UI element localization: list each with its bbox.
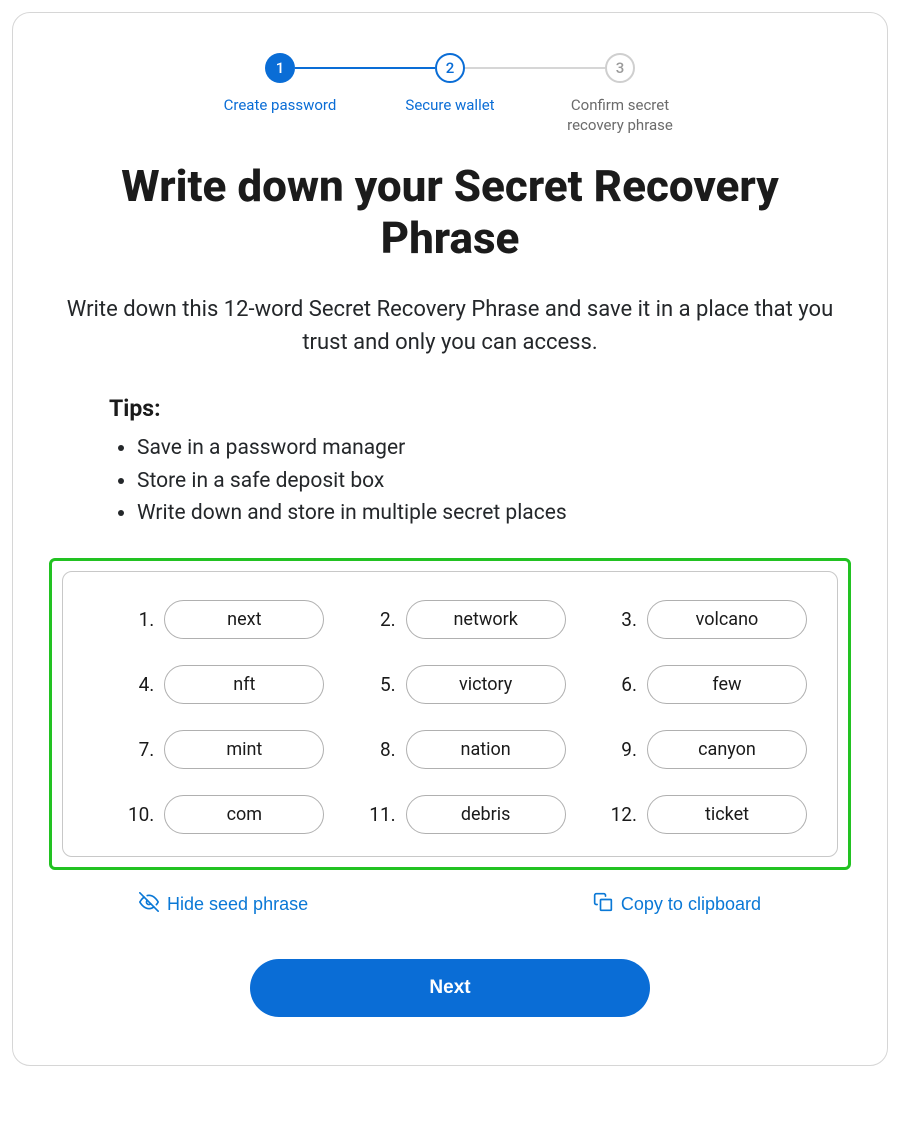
tips-list: Save in a password manager Store in a sa… [109,432,791,530]
seed-word-number: 6. [613,673,637,696]
seed-word-3: 3. volcano [576,600,807,639]
step-2-label: Secure wallet [399,95,500,115]
seed-word-8: 8. nation [334,730,565,769]
tip-item: Write down and store in multiple secret … [137,497,791,530]
seed-word-2: 2. network [334,600,565,639]
seed-word-5: 5. victory [334,665,565,704]
seed-word-chip: victory [406,665,566,704]
copy-icon [593,892,613,917]
seed-word-number: 5. [372,673,396,696]
hide-seed-phrase-button[interactable]: Hide seed phrase [139,892,308,917]
step-1: 1 Create password [195,53,365,115]
seed-word-12: 12. ticket [576,795,807,834]
seed-word-6: 6. few [576,665,807,704]
seed-word-chip: debris [406,795,566,834]
seed-word-number: 2. [372,608,396,631]
seed-word-number: 1. [130,608,154,631]
seed-word-chip: few [647,665,807,704]
page-subtitle: Write down this 12-word Secret Recovery … [49,293,851,359]
step-3-label: Confirm secret recovery phrase [535,95,705,136]
seed-word-chip: next [164,600,324,639]
hide-seed-phrase-label: Hide seed phrase [167,894,308,915]
seed-word-number: 8. [372,738,396,761]
copy-to-clipboard-label: Copy to clipboard [621,894,761,915]
page-title: Write down your Secret Recovery Phrase [49,160,851,266]
seed-word-chip: nation [406,730,566,769]
connector-1-2 [295,67,435,69]
seed-word-11: 11. debris [334,795,565,834]
seed-word-10: 10. com [93,795,324,834]
seed-phrase-grid: 1. next 2. network 3. volcano 4. nft 5. [93,600,807,834]
seed-word-7: 7. mint [93,730,324,769]
tips-heading: Tips: [109,395,791,422]
connector-2-3 [465,67,605,69]
seed-word-chip: mint [164,730,324,769]
tip-item: Store in a safe deposit box [137,465,791,498]
step-2-circle: 2 [435,53,465,83]
seed-word-number: 3. [613,608,637,631]
seed-word-chip: network [406,600,566,639]
seed-word-chip: canyon [647,730,807,769]
step-1-label: Create password [218,95,343,115]
step-3-circle: 3 [605,53,635,83]
seed-word-number: 10. [128,803,154,826]
eye-off-icon [139,892,159,917]
next-button[interactable]: Next [250,959,650,1017]
seed-word-number: 7. [130,738,154,761]
seed-word-4: 4. nft [93,665,324,704]
seed-phrase-box: 1. next 2. network 3. volcano 4. nft 5. [62,571,838,857]
seed-word-9: 9. canyon [576,730,807,769]
step-3: 3 Confirm secret recovery phrase [535,53,705,136]
phrase-highlight-box: 1. next 2. network 3. volcano 4. nft 5. [49,558,851,870]
seed-word-chip: ticket [647,795,807,834]
seed-word-chip: com [164,795,324,834]
seed-word-number: 9. [613,738,637,761]
seed-word-number: 12. [611,803,637,826]
seed-word-chip: volcano [647,600,807,639]
seed-word-1: 1. next [93,600,324,639]
step-1-circle: 1 [265,53,295,83]
seed-word-number: 11. [369,803,395,826]
seed-word-number: 4. [130,673,154,696]
seed-word-chip: nft [164,665,324,704]
onboarding-card: 1 Create password 2 Secure wallet 3 Conf… [12,12,888,1066]
tips-section: Tips: Save in a password manager Store i… [109,395,791,530]
actions-row: Hide seed phrase Copy to clipboard [49,892,851,917]
stepper: 1 Create password 2 Secure wallet 3 Conf… [49,53,851,136]
tip-item: Save in a password manager [137,432,791,465]
step-2: 2 Secure wallet [365,53,535,115]
copy-to-clipboard-button[interactable]: Copy to clipboard [593,892,761,917]
